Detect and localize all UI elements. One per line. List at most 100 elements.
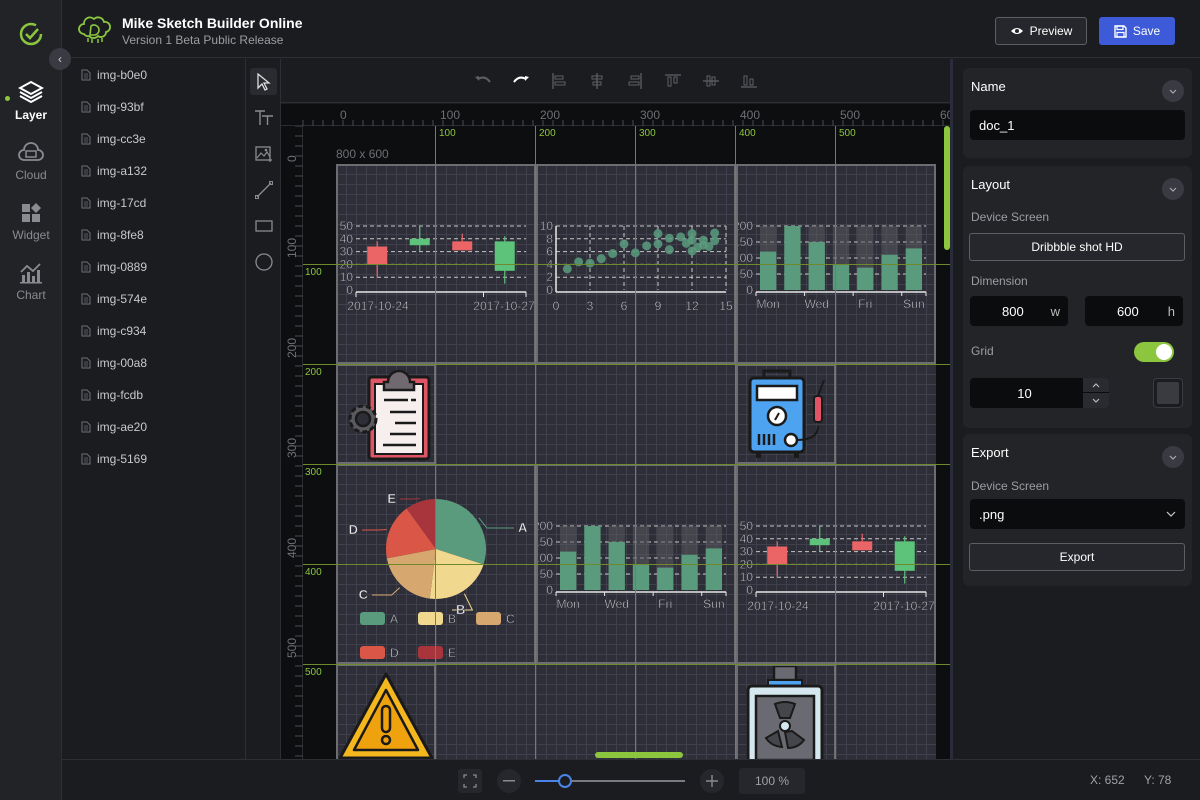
zoom-slider[interactable] bbox=[535, 774, 685, 788]
layer-item[interactable]: img-cc3e bbox=[81, 129, 146, 149]
select-tool-button[interactable] bbox=[250, 68, 277, 95]
align-left-button[interactable] bbox=[548, 70, 570, 92]
app-root: ‹ Layer Cloud Widget Chart Mike Sketch B… bbox=[0, 0, 1200, 800]
y-tick-label: 0 bbox=[546, 583, 553, 597]
horizontal-scrollbar[interactable] bbox=[595, 752, 683, 758]
app-header: Mike Sketch Builder Online Version 1 Bet… bbox=[62, 0, 1200, 58]
layer-item[interactable]: img-5169 bbox=[81, 449, 147, 469]
cloud-icon bbox=[18, 142, 44, 161]
app-title: Mike Sketch Builder Online bbox=[122, 15, 303, 31]
line-tool-button[interactable] bbox=[250, 176, 277, 203]
zoom-slider-thumb[interactable] bbox=[558, 774, 572, 788]
height-unit: h bbox=[1167, 303, 1175, 319]
icon-cell[interactable] bbox=[336, 664, 436, 759]
icon-cell[interactable] bbox=[736, 664, 836, 759]
bar bbox=[857, 267, 874, 290]
layout-collapse-button[interactable] bbox=[1162, 178, 1184, 200]
zoom-percent[interactable]: 100 % bbox=[739, 768, 805, 794]
rail-item-chart[interactable]: Chart bbox=[0, 262, 62, 302]
x-tick-label: 9 bbox=[655, 299, 662, 313]
file-icon bbox=[81, 357, 91, 369]
rail-item-layer[interactable]: Layer bbox=[0, 80, 62, 122]
guide-line[interactable] bbox=[303, 464, 950, 465]
fullscreen-icon bbox=[463, 774, 477, 788]
ruler-label: 60 bbox=[940, 108, 950, 122]
ruler-label: 0 bbox=[285, 155, 299, 162]
ruler-label: 500 bbox=[840, 108, 861, 122]
rectangle-tool-button[interactable] bbox=[250, 212, 277, 239]
save-button[interactable]: Save bbox=[1099, 17, 1175, 45]
x-tick-label: 2017-10-24 bbox=[347, 299, 409, 313]
redo-button[interactable] bbox=[510, 70, 532, 92]
plus-icon bbox=[706, 775, 718, 787]
export-collapse-button[interactable] bbox=[1162, 446, 1184, 468]
collapse-sidebar-button[interactable]: ‹ bbox=[49, 48, 71, 70]
layer-item[interactable]: img-fcdb bbox=[81, 385, 143, 405]
stepper-up-button[interactable] bbox=[1083, 378, 1109, 393]
align-top-button[interactable] bbox=[662, 70, 684, 92]
export-format-select[interactable]: .png bbox=[970, 499, 1185, 529]
file-icon bbox=[81, 421, 91, 433]
icon-cell[interactable] bbox=[736, 364, 836, 464]
stepper-down-button[interactable] bbox=[1083, 393, 1109, 408]
layer-item[interactable]: img-8fe8 bbox=[81, 225, 144, 245]
legend-swatch bbox=[418, 646, 443, 659]
device-screen-select[interactable]: Dribbble shot HD bbox=[969, 233, 1185, 261]
device-screen-label: Device Screen bbox=[971, 210, 1050, 224]
layer-item[interactable]: img-a132 bbox=[81, 161, 147, 181]
guide-line[interactable] bbox=[303, 564, 950, 565]
guide-line[interactable] bbox=[303, 364, 950, 365]
icon-cell[interactable] bbox=[336, 364, 436, 464]
file-icon bbox=[81, 133, 91, 145]
circle-tool-button[interactable] bbox=[250, 248, 277, 275]
preview-button[interactable]: Preview bbox=[995, 17, 1087, 45]
x-tick-label: 12 bbox=[685, 299, 699, 313]
bar bbox=[608, 542, 625, 590]
layer-item[interactable]: img-0889 bbox=[81, 257, 147, 277]
zoom-in-button[interactable] bbox=[700, 769, 724, 793]
name-input[interactable]: doc_1 bbox=[970, 110, 1185, 140]
undo-button[interactable] bbox=[472, 70, 494, 92]
export-button[interactable]: Export bbox=[969, 543, 1185, 571]
grid-size-input[interactable]: 10 bbox=[970, 378, 1109, 408]
height-value: 600 bbox=[1117, 303, 1139, 319]
layer-item[interactable]: img-17cd bbox=[81, 193, 146, 213]
layer-item[interactable]: img-c934 bbox=[81, 321, 146, 341]
text-tool-button[interactable] bbox=[250, 104, 277, 131]
name-collapse-button[interactable] bbox=[1162, 80, 1184, 102]
image-tool-button[interactable] bbox=[250, 140, 277, 167]
layer-item[interactable]: img-574e bbox=[81, 289, 147, 309]
candle-body bbox=[809, 538, 830, 546]
rail-item-cloud[interactable]: Cloud bbox=[0, 142, 62, 182]
canvas-area[interactable]: 010020030040050060 0100200300400500 800 … bbox=[281, 104, 950, 759]
y-tick-label: 100 bbox=[738, 251, 753, 265]
grid-color-picker[interactable] bbox=[1153, 378, 1183, 408]
layer-item[interactable]: img-ae20 bbox=[81, 417, 147, 437]
y-tick-label: 200 bbox=[538, 519, 553, 533]
guide-line[interactable] bbox=[303, 264, 950, 265]
layer-item[interactable]: img-00a8 bbox=[81, 353, 147, 373]
align-bottom-button[interactable] bbox=[738, 70, 760, 92]
guide-label: 400 bbox=[305, 567, 322, 578]
scatter-point bbox=[642, 241, 652, 251]
height-input[interactable]: 600 h bbox=[1085, 296, 1183, 326]
guide-label: 100 bbox=[439, 128, 456, 139]
legend-swatch bbox=[418, 612, 443, 625]
x-tick-label: 0 bbox=[553, 299, 560, 313]
zoom-out-button[interactable] bbox=[497, 769, 521, 793]
pie-label-line bbox=[478, 517, 514, 529]
layer-item[interactable]: img-b0e0 bbox=[81, 65, 147, 85]
candle-body bbox=[409, 238, 430, 246]
layer-item[interactable]: img-93bf bbox=[81, 97, 144, 117]
fit-screen-button[interactable] bbox=[458, 769, 482, 793]
rail-item-widget[interactable]: Widget bbox=[0, 202, 62, 242]
guide-line[interactable] bbox=[303, 664, 950, 665]
align-right-button[interactable] bbox=[624, 70, 646, 92]
cursor-arrow-icon bbox=[256, 72, 271, 91]
align-center-horizontal-button[interactable] bbox=[586, 70, 608, 92]
file-icon bbox=[81, 101, 91, 113]
grid-toggle[interactable] bbox=[1134, 342, 1174, 362]
align-center-vertical-button[interactable] bbox=[700, 70, 722, 92]
document-canvas[interactable]: 010203040502017-10-242017-10-27 02468100… bbox=[336, 164, 936, 759]
width-input[interactable]: 800 w bbox=[970, 296, 1068, 326]
